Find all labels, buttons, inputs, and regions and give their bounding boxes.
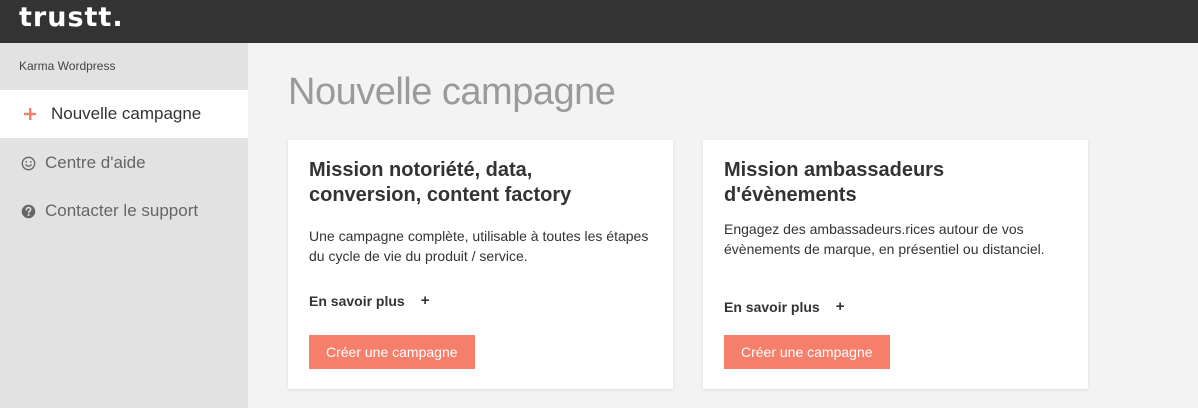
card-title: Mission ambassadeurs d'évènements <box>724 159 945 206</box>
card-description: Engagez des ambassadeurs.rices autour de… <box>724 221 1045 257</box>
learn-more-link[interactable]: En savoir plus + <box>724 298 844 315</box>
sidebar-item-new-campaign[interactable]: Nouvelle campagne <box>0 90 248 138</box>
card-title: Mission notoriété, data, conversion, con… <box>309 159 572 206</box>
learn-more-label: En savoir plus <box>724 298 820 315</box>
learn-more-label: En savoir plus <box>309 292 405 309</box>
sidebar-item-label: Centre d'aide <box>45 153 146 172</box>
trustt-logo[interactable]: trustt. <box>19 3 124 33</box>
card-description: Une campagne complète, utilisable à tout… <box>309 228 649 264</box>
sidebar-item-label: Nouvelle campagne <box>51 104 202 123</box>
question-circle-icon <box>20 204 36 219</box>
top-bar: trustt. <box>0 0 1198 43</box>
plus-icon <box>22 108 38 120</box>
main-content: Nouvelle campagne Mission notoriété, dat… <box>248 43 1198 408</box>
sidebar: Karma Wordpress Nouvelle campagne Centre… <box>0 43 248 408</box>
sidebar-item-contact-support[interactable]: Contacter le support <box>0 187 248 235</box>
learn-more-link[interactable]: En savoir plus + <box>309 292 429 309</box>
campaign-card-event-ambassadors: Mission ambassadeurs d'évènements Engage… <box>703 140 1088 389</box>
plus-icon: + <box>420 292 430 309</box>
sidebar-item-help-center[interactable]: Centre d'aide <box>0 139 248 187</box>
campaign-card-awareness: Mission notoriété, data, conversion, con… <box>288 140 673 389</box>
smiley-icon <box>20 156 36 171</box>
create-campaign-button[interactable]: Créer une campagne <box>724 335 890 369</box>
plus-icon: + <box>835 298 845 315</box>
page-title: Nouvelle campagne <box>288 71 616 113</box>
sidebar-item-label: Contacter le support <box>45 201 199 220</box>
account-name: Karma Wordpress <box>19 59 116 73</box>
create-campaign-button[interactable]: Créer une campagne <box>309 335 475 369</box>
